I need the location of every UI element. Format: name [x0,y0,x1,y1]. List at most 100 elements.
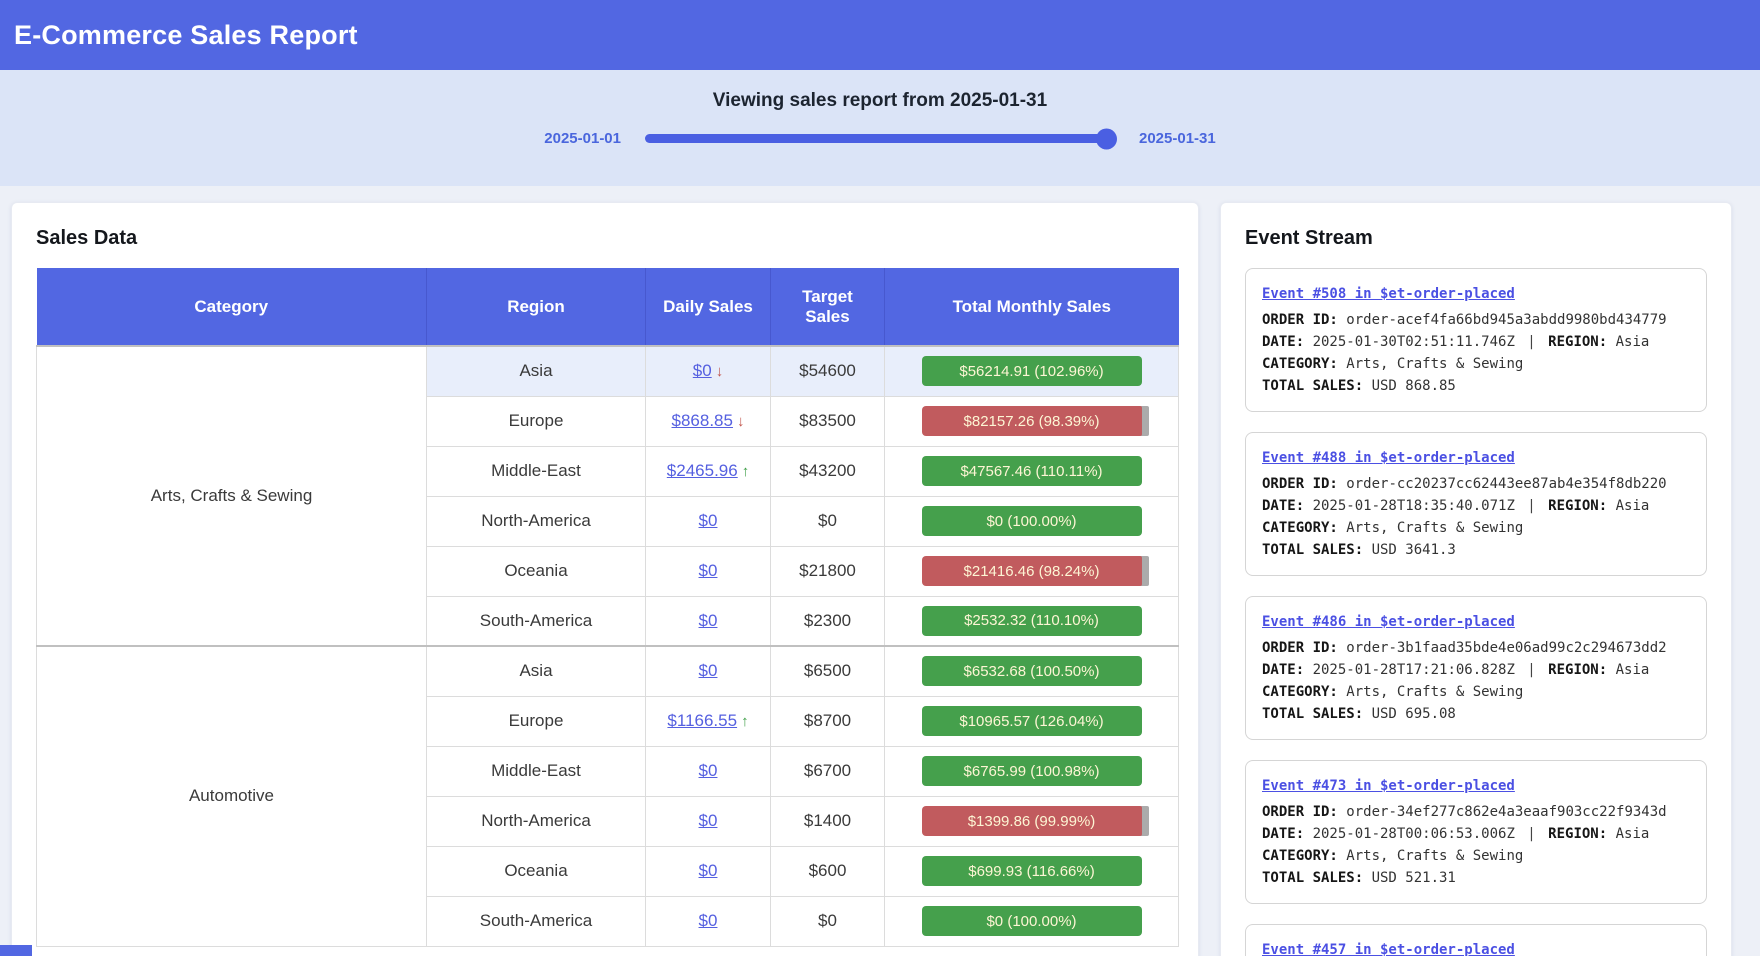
daily-sales-cell: $0 [646,646,771,696]
target-missed-badge: $82157.26 (98.39%) [922,406,1142,436]
date-value: 2025-01-28T18:35:40.071Z [1313,498,1524,514]
sales-data-title: Sales Data [36,227,1174,250]
date-label: DATE: [1262,498,1313,514]
event-title-link[interactable]: Event #457 in $et-order-placed [1262,939,1515,956]
region-value: Asia [1616,334,1650,350]
target-met-badge: $2532.32 (110.10%) [922,606,1142,636]
event-title-link[interactable]: Event #473 in $et-order-placed [1262,775,1515,797]
event-title-link[interactable]: Event #486 in $et-order-placed [1262,611,1515,633]
event-card: Event #473 in $et-order-placed ORDER ID: … [1245,760,1707,904]
pipe-separator: | [1523,498,1539,514]
daily-sales-link[interactable]: $0 [699,661,718,680]
daily-sales-cell: $1166.55↑ [646,696,771,746]
daily-sales-link[interactable]: $0 [699,561,718,580]
sales-table: CategoryRegionDaily SalesTarget SalesTot… [36,268,1179,947]
column-header-target-sales: Target Sales [771,268,885,346]
total-monthly-sales-cell: $56214.91 (102.96%) [885,346,1179,396]
target-sales-cell: $54600 [771,346,885,396]
region-cell: Asia [427,346,646,396]
order-id-value: order-acef4fa66bd945a3abdd9980bd434779 [1346,312,1666,328]
total-sales-value: USD 695.08 [1372,706,1456,722]
column-header-category: Category [37,268,427,346]
region-cell: Europe [427,396,646,446]
event-detail-line: ORDER ID: order-34ef277c862e4a3eaaf903cc… [1262,801,1690,823]
total-monthly-sales-cell: $6532.68 (100.50%) [885,646,1179,696]
date-slider-thumb[interactable] [1096,128,1117,149]
table-row: Arts, Crafts & SewingAsia$0↓$54600$56214… [37,346,1179,396]
daily-sales-link[interactable]: $0 [699,611,718,630]
total-sales-value: USD 3641.3 [1372,542,1456,558]
total-sales-value: USD 521.31 [1372,870,1456,886]
event-title-link[interactable]: Event #488 in $et-order-placed [1262,447,1515,469]
order-id-label: ORDER ID: [1262,640,1346,656]
column-header-region: Region [427,268,646,346]
event-detail-line: DATE: 2025-01-28T00:06:53.006Z | REGION:… [1262,823,1690,845]
total-sales-label: TOTAL SALES: [1262,870,1372,886]
target-sales-cell: $43200 [771,446,885,496]
event-card: Event #488 in $et-order-placed ORDER ID: … [1245,432,1707,576]
daily-sales-link[interactable]: $1166.55 [667,711,737,730]
column-header-daily-sales: Daily Sales [646,268,771,346]
order-id-label: ORDER ID: [1262,476,1346,492]
event-detail-line: ORDER ID: order-acef4fa66bd945a3abdd9980… [1262,309,1690,331]
region-cell: Asia [427,646,646,696]
daily-sales-link[interactable]: $2465.96 [667,461,738,480]
date-band-title: Viewing sales report from 2025-01-31 [0,90,1760,112]
target-sales-cell: $2300 [771,596,885,646]
target-met-badge: $699.93 (116.66%) [922,856,1142,886]
daily-sales-link[interactable]: $0 [699,811,718,830]
category-label: CATEGORY: [1262,520,1346,536]
total-monthly-sales-cell: $82157.26 (98.39%) [885,396,1179,446]
target-missed-badge: $1399.86 (99.99%) [922,806,1142,836]
region-value: Asia [1616,498,1650,514]
daily-sales-link[interactable]: $0 [693,361,712,380]
date-slider-row: 2025-01-01 2025-01-31 [0,130,1760,147]
slider-start-label: 2025-01-01 [544,130,621,147]
daily-sales-link[interactable]: $0 [699,861,718,880]
category-cell: Automotive [37,646,427,946]
region-label: REGION: [1540,334,1616,350]
target-sales-cell: $8700 [771,696,885,746]
daily-sales-cell: $0 [646,896,771,946]
slider-end-label: 2025-01-31 [1139,130,1216,147]
target-met-badge: $47567.46 (110.11%) [922,456,1142,486]
date-label: DATE: [1262,826,1313,842]
target-sales-cell: $6700 [771,746,885,796]
event-detail-line: DATE: 2025-01-28T18:35:40.071Z | REGION:… [1262,495,1690,517]
total-monthly-sales-cell: $1399.86 (99.99%) [885,796,1179,846]
daily-sales-link[interactable]: $0 [699,911,718,930]
target-missed-badge: $21416.46 (98.24%) [922,556,1142,586]
total-sales-value: USD 868.85 [1372,378,1456,394]
daily-sales-link[interactable]: $0 [699,511,718,530]
pipe-separator: | [1523,662,1539,678]
target-met-badge: $0 (100.00%) [922,906,1142,936]
event-detail-line: ORDER ID: order-cc20237cc62443ee87ab4e35… [1262,473,1690,495]
trend-down-icon: ↓ [716,363,724,380]
event-detail-line: TOTAL SALES: USD 3641.3 [1262,539,1690,561]
target-met-badge: $56214.91 (102.96%) [922,356,1142,386]
order-id-value: order-cc20237cc62443ee87ab4e354f8db220 [1346,476,1666,492]
bottom-left-blue-fragment [0,945,32,956]
region-cell: Middle-East [427,446,646,496]
region-cell: South-America [427,596,646,646]
date-value: 2025-01-30T02:51:11.746Z [1313,334,1524,350]
event-detail-line: CATEGORY: Arts, Crafts & Sewing [1262,681,1690,703]
daily-sales-link[interactable]: $0 [699,761,718,780]
total-monthly-sales-cell: $699.93 (116.66%) [885,846,1179,896]
daily-sales-link[interactable]: $868.85 [672,411,733,430]
date-slider[interactable] [645,134,1115,143]
daily-sales-cell: $0 [646,846,771,896]
event-stream-title: Event Stream [1245,227,1707,250]
event-detail-line: DATE: 2025-01-28T17:21:06.828Z | REGION:… [1262,659,1690,681]
sales-table-head: CategoryRegionDaily SalesTarget SalesTot… [37,268,1179,346]
event-detail-line: DATE: 2025-01-30T02:51:11.746Z | REGION:… [1262,331,1690,353]
region-cell: South-America [427,896,646,946]
category-value: Arts, Crafts & Sewing [1346,356,1523,372]
total-monthly-sales-cell: $10965.57 (126.04%) [885,696,1179,746]
target-sales-cell: $1400 [771,796,885,846]
date-filter-band: Viewing sales report from 2025-01-31 202… [0,70,1760,186]
total-sales-label: TOTAL SALES: [1262,542,1372,558]
sales-table-body: Arts, Crafts & SewingAsia$0↓$54600$56214… [37,346,1179,946]
region-value: Asia [1616,826,1650,842]
event-title-link[interactable]: Event #508 in $et-order-placed [1262,283,1515,305]
